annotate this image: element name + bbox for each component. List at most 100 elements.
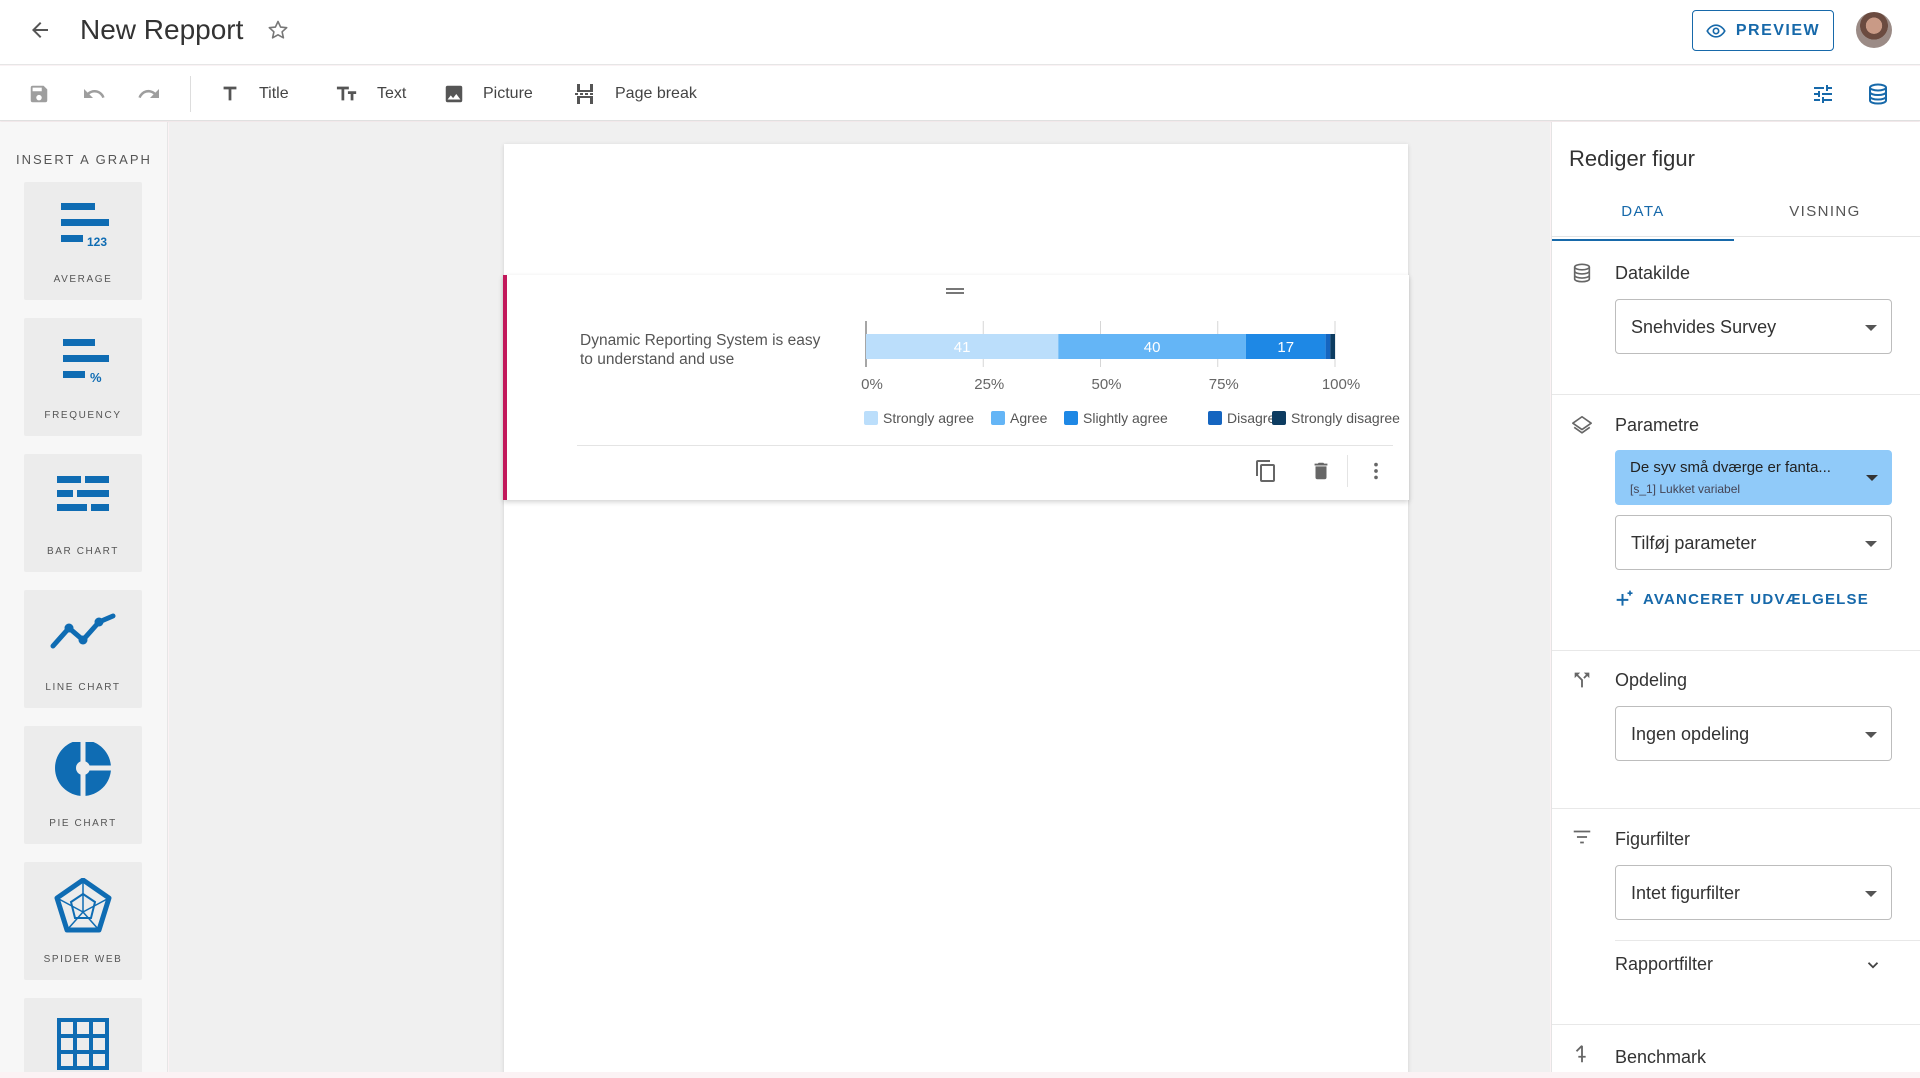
database-icon [1569, 260, 1595, 286]
report-canvas: Dynamic Reporting System is easy to under… [169, 122, 1550, 1072]
figure-block[interactable]: Dynamic Reporting System is easy to under… [503, 275, 1409, 500]
chevron-down-icon [1864, 956, 1882, 979]
edit-figure-panel: Rediger figur DATA VISNING Datakilde Sne… [1551, 122, 1920, 1072]
insert-page-break-button[interactable]: Page break [573, 78, 697, 110]
page-break-icon [575, 84, 593, 104]
section-divider [1552, 808, 1920, 809]
parameter-subtitle: [s_1] Lukket variabel [1630, 482, 1741, 496]
insert-picture-label: Picture [483, 85, 533, 102]
legend-label: Slightly agree [1083, 410, 1168, 426]
section-divider [1552, 650, 1920, 651]
legend-label: Strongly agree [883, 410, 974, 426]
insert-title-button[interactable]: Title [219, 78, 289, 110]
delete-icon[interactable] [1303, 453, 1339, 489]
tabs-divider [1552, 236, 1920, 237]
bar-chart-card-label: BAR CHART [46, 546, 119, 557]
parametre-label: Parametre [1615, 415, 1700, 435]
report-page[interactable]: Dynamic Reporting System is easy to under… [503, 144, 1409, 1072]
opdeling-select[interactable]: Ingen opdeling [1615, 706, 1892, 761]
table-graph-card[interactable] [24, 998, 142, 1072]
opdeling-label: Opdeling [1615, 670, 1688, 690]
parameter-title: De syv små dværge er fanta... [1630, 459, 1831, 476]
legend-swatch [991, 411, 1005, 425]
dropdown-caret-icon [1865, 325, 1877, 331]
bar-chart-icon [24, 470, 142, 530]
call-split-icon [1569, 667, 1595, 693]
section-divider [1552, 394, 1920, 395]
category-label: Dynamic Reporting System is easy [580, 332, 821, 349]
image-icon [445, 85, 463, 103]
insert-picture-button[interactable]: Picture [443, 78, 533, 110]
top-bar: New Repport PREVIEW [0, 0, 1920, 65]
palette-heading: INSERT A GRAPH [16, 152, 152, 167]
stacked-bar-chart: Dynamic Reporting System is easy to under… [580, 321, 1400, 426]
copy-icon[interactable] [1248, 453, 1284, 489]
datakilde-value: Snehvides Survey [1631, 317, 1777, 337]
legend-swatch [1064, 411, 1078, 425]
save-icon[interactable] [23, 78, 55, 110]
tune-settings-icon[interactable] [1807, 78, 1839, 110]
spider-web-card-label: SPIDER WEB [43, 954, 123, 965]
x-tick-label: 50% [1091, 376, 1121, 393]
editor-toolbar: Title Text Picture Page break [0, 66, 1920, 121]
frequency-card-label: FREQUENCY [44, 410, 122, 421]
eye-icon [1706, 23, 1726, 38]
add-parameter-select[interactable]: Tilføj parameter [1615, 515, 1892, 570]
pie-chart-card-label: PIE CHART [49, 818, 117, 829]
category-label: to understand and use [580, 351, 734, 368]
advanced-selection-label: AVANCERET UDVÆLGELSE [1643, 590, 1869, 608]
line-chart-graph-card[interactable]: LINE CHART [24, 590, 142, 708]
spider-web-icon [24, 878, 142, 938]
dropdown-caret-icon [1866, 475, 1878, 481]
average-graph-card[interactable]: 123 AVERAGE [24, 182, 142, 300]
legend-label: Agree [1010, 410, 1048, 426]
opdeling-value: Ingen opdeling [1631, 724, 1750, 744]
data-label: 17 [1277, 339, 1294, 356]
data-label: 41 [954, 339, 971, 356]
figurfilter-value: Intet figurfilter [1631, 883, 1741, 903]
line-chart-icon [24, 606, 142, 666]
subsection-divider [1615, 940, 1920, 941]
table-grid-icon [24, 1014, 142, 1072]
figurfilter-label: Figurfilter [1615, 829, 1691, 849]
graph-palette: INSERT A GRAPH 123 AVERAGE % FREQUENCY B… [0, 122, 168, 1072]
section-divider [1552, 1024, 1920, 1025]
panel-title: Rediger figur [1569, 146, 1695, 171]
page-title[interactable]: New Repport [80, 14, 243, 46]
benchmark-label: Benchmark [1615, 1047, 1707, 1067]
title-icon [223, 86, 237, 101]
database-icon[interactable] [1862, 78, 1894, 110]
star-icon[interactable] [262, 14, 294, 46]
frequency-graph-card[interactable]: % FREQUENCY [24, 318, 142, 436]
figurfilter-select[interactable]: Intet figurfilter [1615, 865, 1892, 920]
insert-text-label: Text [377, 85, 407, 102]
back-arrow-icon[interactable] [22, 12, 58, 48]
selected-parameter-chip[interactable]: De syv små dværge er fanta... [s_1] Lukk… [1615, 450, 1892, 505]
insert-text-button[interactable]: Text [335, 78, 406, 110]
toolbar-divider [190, 76, 191, 112]
figure-divider [577, 445, 1393, 446]
avatar[interactable] [1856, 12, 1892, 48]
more-vert-icon[interactable] [1358, 453, 1394, 489]
redo-icon[interactable] [133, 78, 165, 110]
actions-divider [1347, 455, 1348, 487]
rapportfilter-toggle[interactable]: Rapportfilter [1615, 950, 1892, 980]
x-tick-label: 100% [1322, 376, 1360, 393]
datakilde-select[interactable]: Snehvides Survey [1615, 299, 1892, 354]
preview-button[interactable]: PREVIEW [1692, 10, 1834, 51]
bar-chart-graph-card[interactable]: BAR CHART [24, 454, 142, 572]
add-parameter-value: Tilføj parameter [1631, 533, 1757, 553]
pie-chart-graph-card[interactable]: PIE CHART [24, 726, 142, 844]
advanced-selection-button[interactable]: AVANCERET UDVÆLGELSE [1615, 587, 1869, 611]
preview-label: PREVIEW [1735, 21, 1821, 39]
bar-segment-strongly-disagree [1330, 334, 1335, 359]
svg-text:123: 123 [87, 235, 107, 249]
add-sparkle-icon [1616, 590, 1633, 606]
frequency-icon: % [24, 334, 142, 394]
undo-icon[interactable] [78, 78, 110, 110]
insert-page-break-label: Page break [615, 85, 697, 102]
legend-swatch [1272, 411, 1286, 425]
insert-title-label: Title [259, 85, 289, 102]
benchmark-icon [1569, 1041, 1595, 1067]
spider-web-graph-card[interactable]: SPIDER WEB [24, 862, 142, 980]
